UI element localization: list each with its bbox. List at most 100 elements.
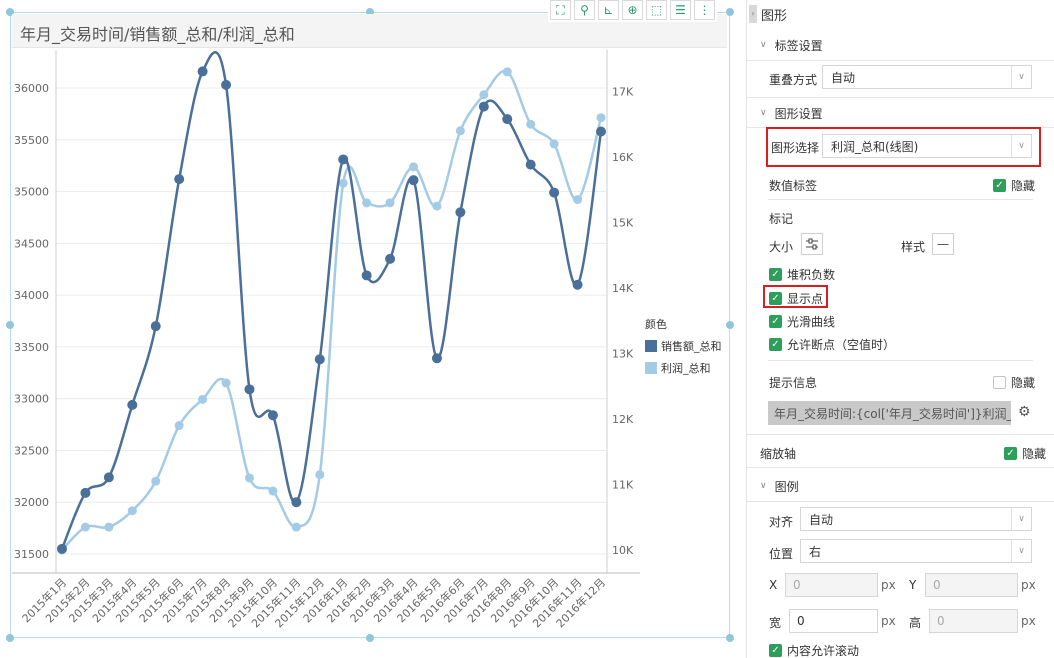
divider — [747, 434, 1054, 435]
panel-header[interactable]: › 图形 — [747, 0, 1054, 28]
data-point-profit[interactable] — [385, 198, 395, 208]
value-label-hide-text: 隐藏 — [1011, 179, 1036, 193]
data-point-profit[interactable] — [455, 126, 465, 136]
data-point-profit[interactable] — [315, 470, 325, 480]
collapse-panel-icon[interactable]: › — [749, 5, 757, 23]
chevron-down-icon: ∨ — [760, 481, 767, 491]
overlap-select[interactable]: 自动 ∨ — [822, 65, 1032, 89]
value-label-hide-checkbox[interactable]: ✓ 隐藏 — [993, 177, 1035, 194]
data-point-sales[interactable] — [478, 101, 489, 112]
y-right-tick-label: 13K — [612, 348, 634, 361]
data-point-sales[interactable] — [103, 472, 114, 483]
section-legend[interactable]: ∨ 图例 — [747, 471, 1054, 501]
chevron-down-icon: ∨ — [1011, 135, 1031, 157]
data-point-profit[interactable] — [362, 198, 372, 208]
data-point-sales[interactable] — [455, 207, 466, 218]
data-point-profit[interactable] — [268, 486, 278, 496]
section-label-settings[interactable]: ∨ 标签设置 — [747, 30, 1054, 60]
y-right-tick-label: 14K — [612, 282, 634, 295]
gear-icon[interactable]: ⚙ — [1018, 404, 1031, 420]
slider-settings-icon[interactable] — [801, 233, 823, 255]
data-point-profit[interactable] — [291, 522, 301, 532]
data-point-sales[interactable] — [596, 126, 606, 137]
legend-item-profit[interactable]: 利润_总和 — [645, 360, 722, 376]
data-point-sales[interactable] — [431, 353, 442, 364]
show-points-text: 显示点 — [787, 292, 824, 306]
legend-x-unit: px — [881, 578, 896, 592]
legend-item-sales[interactable]: 销售额_总和 — [645, 338, 722, 354]
zoom-axis-label: 缩放轴 — [760, 447, 797, 461]
section-shape-settings[interactable]: ∨ 图形设置 — [747, 98, 1054, 128]
data-point-sales[interactable] — [291, 497, 302, 508]
data-point-profit[interactable] — [338, 178, 348, 188]
legend-position-value: 右 — [809, 544, 822, 559]
shape-select[interactable]: 利润_总和(线图) ∨ — [822, 134, 1032, 158]
data-point-sales[interactable] — [408, 175, 419, 186]
data-point-profit[interactable] — [502, 67, 512, 77]
legend-align-label: 对齐 — [769, 515, 794, 529]
data-point-sales[interactable] — [80, 487, 91, 498]
y-right-tick-label: 15K — [612, 217, 634, 230]
legend-align-select[interactable]: 自动 ∨ — [800, 507, 1032, 531]
data-point-sales[interactable] — [57, 543, 67, 554]
data-point-profit[interactable] — [151, 476, 161, 486]
data-point-profit[interactable] — [526, 119, 536, 129]
divider — [747, 467, 1054, 468]
legend-scroll-text: 内容允许滚动 — [787, 644, 860, 658]
data-point-sales[interactable] — [127, 399, 138, 410]
data-point-sales[interactable] — [197, 66, 208, 77]
y-left-tick-label: 34500 — [14, 237, 49, 250]
smooth-curve-checkbox[interactable]: ✓ 光滑曲线 — [769, 313, 835, 330]
data-point-sales[interactable] — [502, 114, 513, 125]
data-point-profit[interactable] — [127, 506, 137, 516]
legend-width-input[interactable]: 0 — [789, 609, 878, 633]
data-point-sales[interactable] — [174, 174, 185, 185]
chevron-down-icon: ∨ — [1011, 66, 1031, 88]
data-point-sales[interactable] — [244, 384, 255, 395]
divider — [747, 501, 1054, 502]
checkmark-icon: ✓ — [769, 644, 782, 657]
legend-scroll-checkbox[interactable]: ✓ 内容允许滚动 — [769, 642, 859, 658]
data-point-sales[interactable] — [338, 154, 349, 165]
legend-y-value: 0 — [933, 578, 941, 592]
stack-negative-checkbox[interactable]: ✓ 堆积负数 — [769, 266, 835, 283]
data-point-profit[interactable] — [596, 113, 606, 123]
data-point-sales[interactable] — [221, 79, 232, 90]
data-point-profit[interactable] — [479, 90, 489, 100]
tooltip-format-field[interactable]: 年月_交易时间:{col['年月_交易时间']}利润_总和:... — [768, 401, 1011, 425]
legend-position-select[interactable]: 右 ∨ — [800, 539, 1032, 563]
shape-select-value: 利润_总和(线图) — [831, 139, 919, 154]
data-point-sales[interactable] — [361, 270, 372, 281]
line-style-icon[interactable]: — — [932, 233, 954, 255]
data-point-profit[interactable] — [549, 139, 559, 149]
show-points-checkbox[interactable]: ✓ 显示点 — [769, 290, 823, 307]
data-point-profit[interactable] — [174, 421, 184, 431]
data-point-profit[interactable] — [198, 394, 208, 404]
legend-height-input[interactable]: 0 — [929, 609, 1018, 633]
y-left-tick-label: 33000 — [14, 393, 49, 406]
legend-position-label: 位置 — [769, 547, 794, 561]
tooltip-hide-checkbox[interactable]: 隐藏 — [993, 374, 1035, 391]
legend-x-input[interactable]: 0 — [785, 573, 878, 597]
data-point-sales[interactable] — [267, 410, 278, 421]
overlap-select-value: 自动 — [831, 70, 856, 85]
data-point-profit[interactable] — [432, 201, 442, 211]
data-point-profit[interactable] — [221, 378, 231, 388]
allow-break-checkbox[interactable]: ✓ 允许断点（空值时） — [769, 336, 895, 353]
data-point-sales[interactable] — [385, 253, 396, 264]
checkmark-icon: ✓ — [769, 292, 782, 305]
data-point-profit[interactable] — [80, 522, 90, 532]
data-point-sales[interactable] — [572, 279, 583, 290]
data-point-profit[interactable] — [104, 522, 114, 532]
data-point-profit[interactable] — [409, 162, 419, 172]
zoom-axis-hide-checkbox[interactable]: ✓ 隐藏 — [1004, 445, 1046, 462]
data-point-profit[interactable] — [244, 473, 254, 483]
legend-y-input[interactable]: 0 — [925, 573, 1018, 597]
data-point-sales[interactable] — [314, 354, 325, 365]
y-left-tick-label: 36000 — [14, 82, 49, 95]
data-point-sales[interactable] — [525, 159, 536, 170]
data-point-profit[interactable] — [573, 195, 583, 205]
data-point-sales[interactable] — [549, 187, 560, 198]
y-right-tick-label: 17K — [612, 86, 634, 99]
data-point-sales[interactable] — [150, 321, 161, 332]
